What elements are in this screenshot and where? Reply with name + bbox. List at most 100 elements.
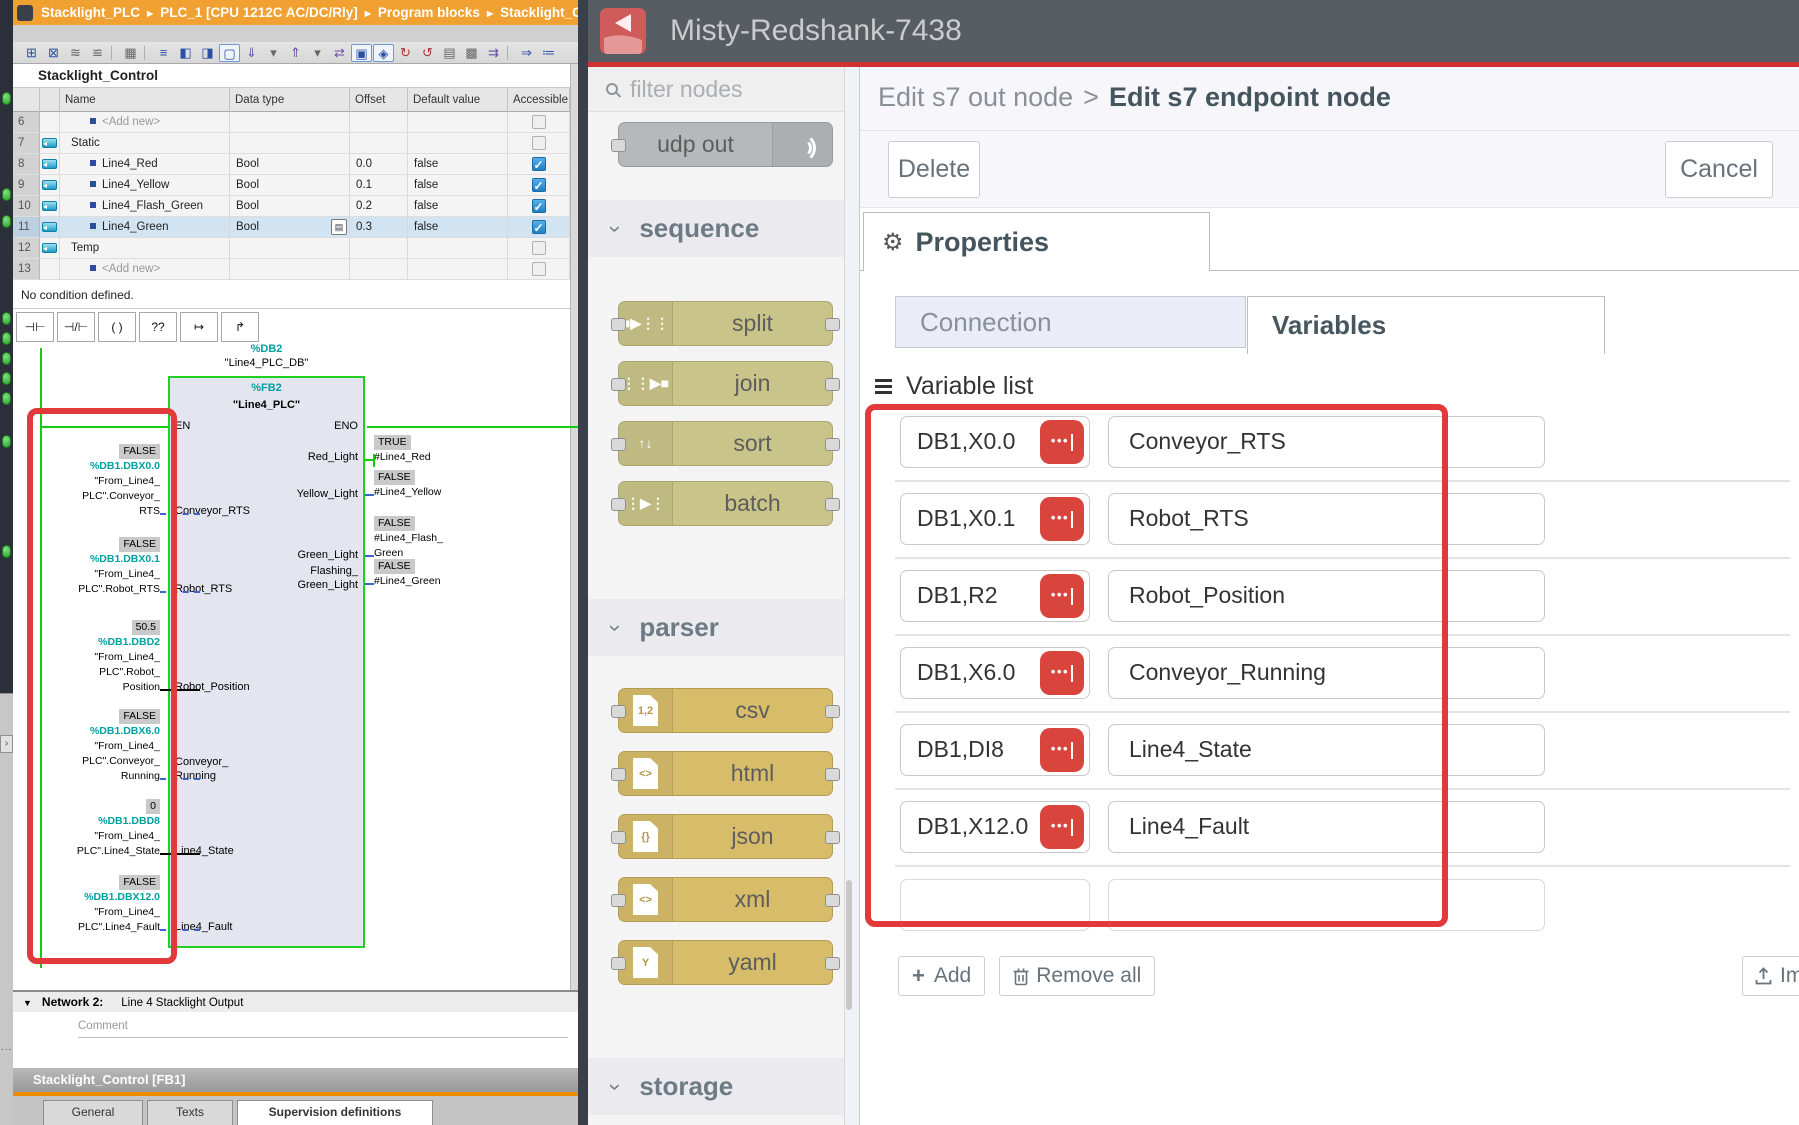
expand-all-icon[interactable]: ≡ — [153, 44, 174, 62]
address-helper-button[interactable]: ••• — [1040, 651, 1084, 695]
node-output-port[interactable] — [825, 768, 840, 781]
force-values-icon[interactable]: ⇉ — [483, 44, 504, 62]
node-output-port[interactable] — [825, 957, 840, 970]
column-header[interactable]: Data type — [230, 88, 350, 112]
cancel-button[interactable]: Cancel — [1665, 141, 1773, 198]
separator-icon[interactable] — [507, 46, 513, 60]
table-row[interactable]: 6 <Add new> ▤ — [13, 112, 570, 133]
fbd-block-line4-plc[interactable]: %FB2 "Line4_PLC" EN ENO Conveyor_RTS Rob… — [168, 376, 365, 948]
tab-variables[interactable]: Variables — [1247, 296, 1605, 354]
node-input-port[interactable] — [611, 705, 626, 718]
delete-row-icon[interactable]: ⊠ — [43, 44, 64, 62]
palette-node-csv[interactable]: › 1,2 csv — [618, 688, 833, 733]
node-output-port[interactable] — [825, 378, 840, 391]
insert-row-icon[interactable]: ⊞ — [21, 44, 42, 62]
add-variable-button[interactable]: +Add — [898, 956, 985, 996]
open-branch-icon[interactable]: ↦ — [180, 312, 218, 342]
node-input-port[interactable] — [611, 378, 626, 391]
table-scrollbar[interactable] — [570, 64, 578, 990]
upload-from-device-icon[interactable]: ⇑ — [285, 44, 306, 62]
close-branch-icon[interactable]: ↱ — [221, 312, 259, 342]
table-row[interactable]: 11 Line4_Green Bool▤ 0.3 false — [13, 217, 570, 238]
variable-name-input[interactable] — [1108, 879, 1545, 931]
fbd-input-operand[interactable]: 0 %DB1.DBD8 "From_Line4_ PLC".Line4_Stat… — [14, 799, 160, 859]
variable-name-input[interactable]: Line4_State — [1108, 724, 1545, 776]
accessible-checkbox[interactable] — [532, 241, 546, 255]
palette-section-parser[interactable]: › parser — [588, 599, 845, 656]
jump-to-icon[interactable]: ⇒ — [516, 44, 537, 62]
inspector-tab[interactable]: Texts — [147, 1100, 233, 1125]
empty-box-icon[interactable]: ?? — [139, 312, 177, 342]
palette-scrollbar-thumb[interactable] — [846, 880, 852, 1010]
refresh-interface-icon[interactable]: ≋ — [65, 44, 86, 62]
table-row[interactable]: 8 Line4_Red Bool▤ 0.0 false — [13, 154, 570, 175]
node-input-port[interactable] — [611, 438, 626, 451]
palette-node-xml[interactable]: › <> xml — [618, 877, 833, 922]
palette-node-split[interactable]: › ■▶⋮⋮ split — [618, 301, 833, 346]
palette-node-html[interactable]: › <> html — [618, 751, 833, 796]
fbd-output-operand[interactable]: FALSE #Line4_Flash_ Green — [374, 516, 504, 561]
coil-icon[interactable]: ( ) — [98, 312, 136, 342]
variable-name-input[interactable]: Conveyor_Running — [1108, 647, 1545, 699]
node-output-port[interactable] — [825, 894, 840, 907]
fbd-output-operand[interactable]: FALSE #Line4_Yellow — [374, 470, 504, 500]
palette-node-sort[interactable]: › ↑↓ sort — [618, 421, 833, 466]
remove-all-button[interactable]: Remove all — [999, 956, 1155, 996]
fbd-input-operand[interactable]: FALSE %DB1.DBX0.0 "From_Line4_ PLC".Conv… — [14, 444, 160, 519]
palette-node-yaml[interactable]: › Y yaml — [618, 940, 833, 985]
address-helper-button[interactable]: ••• — [1040, 728, 1084, 772]
breadcrumb-parent[interactable]: Edit s7 out node — [878, 82, 1073, 112]
contact-nc-icon[interactable]: ⊣/⊢ — [57, 312, 95, 342]
table-row[interactable]: 9 Line4_Yellow Bool▤ 0.1 false — [13, 175, 570, 196]
column-header[interactable] — [40, 88, 60, 112]
table-row[interactable]: 7 Static ▤ — [13, 133, 570, 154]
variable-name-input[interactable]: Conveyor_RTS — [1108, 416, 1545, 468]
node-input-port[interactable] — [611, 318, 626, 331]
contact-no-icon[interactable]: ⊣⊢ — [16, 312, 54, 342]
palette-node-udp-out[interactable]: › udp out — [618, 122, 833, 167]
node-input-port[interactable] — [611, 139, 626, 152]
accessible-checkbox[interactable] — [532, 136, 546, 150]
fbd-output-operand[interactable]: FALSE #Line4_Green — [374, 559, 504, 589]
node-output-port[interactable] — [825, 498, 840, 511]
node-input-port[interactable] — [611, 831, 626, 844]
accessible-checkbox[interactable] — [532, 157, 546, 171]
accessible-checkbox[interactable] — [532, 115, 546, 129]
breadcrumb-item[interactable]: Stacklight_PLC — [41, 5, 160, 20]
column-header[interactable]: Name — [60, 88, 230, 112]
palette-section-storage[interactable]: › storage — [588, 1058, 845, 1115]
palette-section-sequence[interactable]: › sequence — [588, 200, 845, 257]
go-online-icon[interactable]: ↻ — [395, 44, 416, 62]
accessible-checkbox[interactable] — [532, 199, 546, 213]
delete-button[interactable]: Delete — [888, 141, 980, 198]
node-output-port[interactable] — [825, 705, 840, 718]
node-input-port[interactable] — [611, 894, 626, 907]
fbd-input-operand[interactable]: FALSE %DB1.DBX0.1 "From_Line4_ PLC".Robo… — [14, 537, 160, 597]
merge-window-icon[interactable]: ◨ — [197, 44, 218, 62]
accessible-checkbox[interactable] — [532, 262, 546, 276]
table-row[interactable]: 10 Line4_Flash_Green Bool▤ 0.2 false — [13, 196, 570, 217]
separator-icon[interactable] — [111, 46, 117, 60]
tab-connection[interactable]: Connection — [895, 296, 1246, 348]
address-helper-button[interactable]: ••• — [1040, 574, 1084, 618]
fbd-input-operand[interactable]: FALSE %DB1.DBX6.0 "From_Line4_ PLC".Conv… — [14, 709, 160, 784]
load-snapshot-icon[interactable]: ▤ — [439, 44, 460, 62]
column-header[interactable]: Offset — [350, 88, 408, 112]
column-header[interactable]: Accessible f... — [508, 88, 570, 112]
datatype-picker-button[interactable]: ▤ — [331, 219, 347, 235]
download-to-device-icon[interactable]: ⇓ — [241, 44, 262, 62]
palette-node-json[interactable]: › {} json — [618, 814, 833, 859]
variable-name-input[interactable]: Robot_Position — [1108, 570, 1545, 622]
snapshot-icon[interactable]: ◈ — [373, 44, 394, 62]
network-comment[interactable]: Comment — [78, 1014, 568, 1038]
breadcrumb-item[interactable]: PLC_1 [CPU 1212C AC/DC/Rly] — [160, 5, 378, 20]
inspector-tab[interactable]: General — [43, 1100, 143, 1125]
sync-icon[interactable]: ⇄ — [329, 44, 350, 62]
accessible-checkbox[interactable] — [532, 178, 546, 192]
node-output-port[interactable] — [825, 831, 840, 844]
keep-actual-values-icon[interactable]: ▦ — [120, 44, 141, 62]
palette-node-batch[interactable]: › ⋮▶⋮ batch — [618, 481, 833, 526]
separator-icon[interactable] — [144, 46, 150, 60]
variable-name-input[interactable]: Line4_Fault — [1108, 801, 1545, 853]
fbd-input-operand[interactable]: FALSE %DB1.DBX12.0 "From_Line4_ PLC".Lin… — [14, 875, 160, 935]
